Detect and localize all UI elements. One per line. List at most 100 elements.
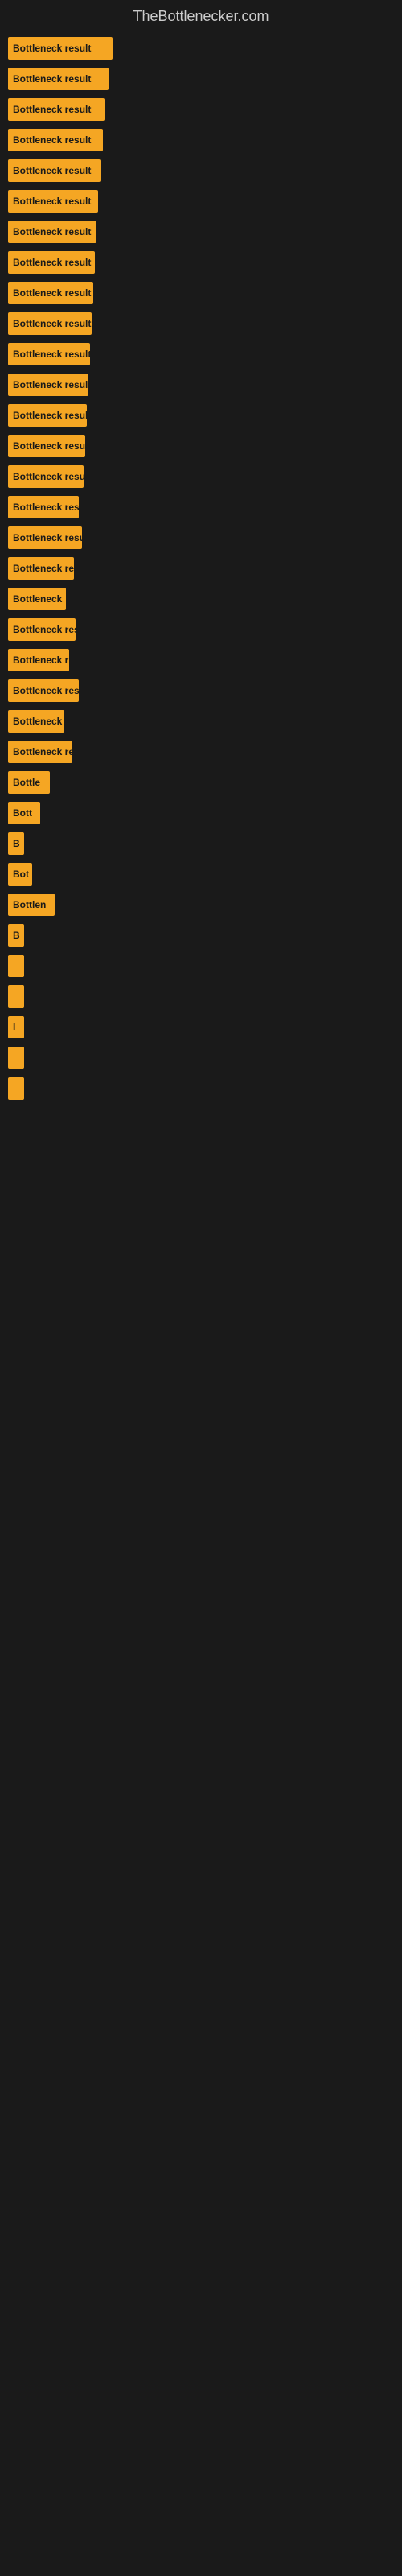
bar-row: Bottleneck — [8, 710, 394, 733]
bar-label-10: Bottleneck result — [13, 349, 90, 360]
bar-5: Bottleneck result — [8, 190, 98, 213]
bar-row: Bottleneck result — [8, 374, 394, 396]
bar-20: Bottleneck r — [8, 649, 69, 671]
bar-row: Bottleneck result — [8, 68, 394, 90]
bar-row: Bottleneck re — [8, 741, 394, 763]
bar-label-1: Bottleneck result — [13, 73, 91, 85]
bar-label-3: Bottleneck result — [13, 134, 91, 146]
bar-29: B — [8, 924, 24, 947]
bar-row: Bottleneck result — [8, 526, 394, 549]
bar-label-28: Bottlen — [13, 899, 46, 910]
bar-label-15: Bottleneck resu — [13, 502, 79, 513]
bar-34 — [8, 1077, 24, 1100]
bar-label-17: Bottleneck re — [13, 563, 74, 574]
bar-label-32: l — [13, 1022, 15, 1033]
bar-row: Bottleneck re — [8, 557, 394, 580]
bar-label-25: Bott — [13, 807, 32, 819]
bar-row: Bottleneck result — [8, 190, 394, 213]
bar-row: Bot — [8, 863, 394, 886]
bar-24: Bottle — [8, 771, 50, 794]
bar-label-23: Bottleneck re — [13, 746, 72, 758]
bar-label-8: Bottleneck result — [13, 287, 91, 299]
bar-label-20: Bottleneck r — [13, 654, 68, 666]
bar-7: Bottleneck result — [8, 251, 95, 274]
bar-32: l — [8, 1016, 24, 1038]
bar-0: Bottleneck result — [8, 37, 113, 60]
bar-label-27: Bot — [13, 869, 29, 880]
bar-15: Bottleneck resu — [8, 496, 79, 518]
bar-row: Bottleneck result — [8, 312, 394, 335]
bar-label-21: Bottleneck resu — [13, 685, 79, 696]
bar-10: Bottleneck result — [8, 343, 90, 365]
bar-14: Bottleneck result — [8, 465, 84, 488]
bar-row: Bottleneck result — [8, 221, 394, 243]
bar-2: Bottleneck result — [8, 98, 105, 121]
bar-33 — [8, 1046, 24, 1069]
bar-8: Bottleneck result — [8, 282, 93, 304]
bar-label-11: Bottleneck result — [13, 379, 88, 390]
bar-label-26: B — [13, 838, 20, 849]
bar-17: Bottleneck re — [8, 557, 74, 580]
bar-row: Bottleneck result — [8, 98, 394, 121]
bar-row: Bottleneck result — [8, 159, 394, 182]
bar-28: Bottlen — [8, 894, 55, 916]
bar-row: Bottleneck result — [8, 129, 394, 151]
bar-row: B — [8, 924, 394, 947]
bar-row: Bott — [8, 802, 394, 824]
bar-3: Bottleneck result — [8, 129, 103, 151]
bar-22: Bottleneck — [8, 710, 64, 733]
bar-31 — [8, 985, 24, 1008]
bar-12: Bottleneck result — [8, 404, 87, 427]
bar-label-2: Bottleneck result — [13, 104, 91, 115]
bar-16: Bottleneck result — [8, 526, 82, 549]
bar-label-29: B — [13, 930, 20, 941]
bar-label-5: Bottleneck result — [13, 196, 91, 207]
bar-1: Bottleneck result — [8, 68, 109, 90]
bar-row: Bottleneck res — [8, 618, 394, 641]
bar-23: Bottleneck re — [8, 741, 72, 763]
bar-25: Bott — [8, 802, 40, 824]
bar-label-22: Bottleneck — [13, 716, 62, 727]
bar-11: Bottleneck result — [8, 374, 88, 396]
bar-label-19: Bottleneck res — [13, 624, 76, 635]
bar-label-12: Bottleneck result — [13, 410, 87, 421]
bar-row: Bottleneck result — [8, 251, 394, 274]
bar-row: Bottleneck result — [8, 465, 394, 488]
bar-label-0: Bottleneck result — [13, 43, 91, 54]
bar-row: Bottleneck result — [8, 37, 394, 60]
bars-container: Bottleneck result Bottleneck result Bottle… — [0, 37, 402, 1108]
bar-9: Bottleneck result — [8, 312, 92, 335]
bar-row: Bottleneck result — [8, 343, 394, 365]
bar-18: Bottleneck — [8, 588, 66, 610]
bar-row: l — [8, 1016, 394, 1038]
bar-19: Bottleneck res — [8, 618, 76, 641]
bar-label-14: Bottleneck result — [13, 471, 84, 482]
bar-26: B — [8, 832, 24, 855]
bar-label-18: Bottleneck — [13, 593, 62, 605]
bar-6: Bottleneck result — [8, 221, 96, 243]
site-title: TheBottlenecker.com — [0, 0, 402, 37]
bar-label-13: Bottleneck result — [13, 440, 85, 452]
bar-row: Bottleneck — [8, 588, 394, 610]
bar-row — [8, 955, 394, 977]
bar-row: Bottleneck result — [8, 435, 394, 457]
bar-row: B — [8, 832, 394, 855]
bar-label-9: Bottleneck result — [13, 318, 91, 329]
site-title-container: TheBottlenecker.com — [0, 0, 402, 37]
bar-30 — [8, 955, 24, 977]
bar-row: Bottleneck resu — [8, 679, 394, 702]
bar-row — [8, 1046, 394, 1069]
bar-label-16: Bottleneck result — [13, 532, 82, 543]
bar-row — [8, 985, 394, 1008]
bar-label-4: Bottleneck result — [13, 165, 91, 176]
bar-row: Bottle — [8, 771, 394, 794]
bar-27: Bot — [8, 863, 32, 886]
bar-row: Bottlen — [8, 894, 394, 916]
bar-label-7: Bottleneck result — [13, 257, 91, 268]
bar-21: Bottleneck resu — [8, 679, 79, 702]
bar-13: Bottleneck result — [8, 435, 85, 457]
bar-row — [8, 1077, 394, 1100]
bar-label-6: Bottleneck result — [13, 226, 91, 237]
bar-row: Bottleneck result — [8, 282, 394, 304]
bar-4: Bottleneck result — [8, 159, 100, 182]
